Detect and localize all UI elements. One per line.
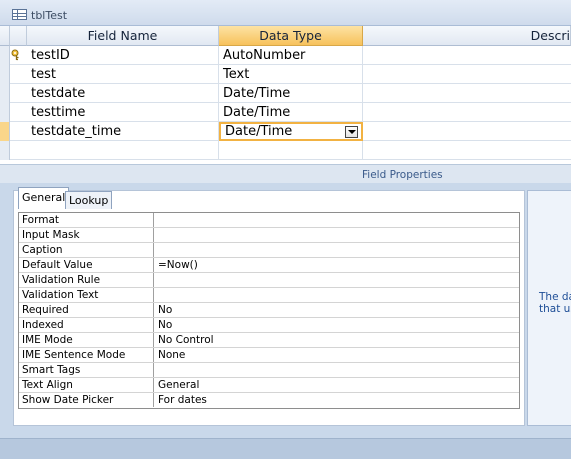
table-row-empty[interactable] <box>0 141 571 160</box>
property-value[interactable] <box>155 213 519 227</box>
property-value[interactable]: No <box>155 318 519 332</box>
tab-general[interactable]: General <box>18 187 70 209</box>
description-cell[interactable] <box>363 103 571 122</box>
property-row[interactable]: Default Value =Now() <box>19 258 519 273</box>
document-tab-title[interactable]: tblTest <box>31 9 67 22</box>
property-row[interactable]: Indexed No <box>19 318 519 333</box>
property-row[interactable]: IME Sentence Mode None <box>19 348 519 363</box>
table-row[interactable]: testdate Date/Time <box>0 84 571 103</box>
primary-key-icon <box>11 49 19 61</box>
property-name: Input Mask <box>19 228 154 242</box>
data-type-cell[interactable]: Date/Time <box>219 103 363 122</box>
column-header-spacer <box>10 26 27 46</box>
data-type-cell[interactable]: Text <box>219 65 363 84</box>
property-value[interactable] <box>155 273 519 287</box>
property-name: Format <box>19 213 154 227</box>
property-name: IME Sentence Mode <box>19 348 154 362</box>
description-cell[interactable] <box>363 84 571 103</box>
document-tab-bar: tblTest <box>0 0 571 26</box>
property-name: Default Value <box>19 258 154 272</box>
property-sheet: Format Input Mask Caption Default Value … <box>18 212 520 409</box>
column-header-field-name[interactable]: Field Name <box>27 26 219 46</box>
description-cell[interactable] <box>363 141 571 160</box>
property-name: Smart Tags <box>19 363 154 377</box>
row-selector[interactable] <box>0 46 10 65</box>
table-row[interactable]: test Text <box>0 65 571 84</box>
property-value[interactable]: For dates <box>155 393 519 407</box>
select-all-corner[interactable] <box>0 26 10 46</box>
field-name-cell[interactable] <box>27 141 219 160</box>
tab-lookup[interactable]: Lookup <box>65 191 113 209</box>
field-name-cell[interactable]: testdate <box>27 84 219 103</box>
property-name: Text Align <box>19 378 154 392</box>
description-cell[interactable] <box>363 46 571 65</box>
property-value[interactable] <box>155 243 519 257</box>
column-header-description[interactable]: Descri <box>363 26 571 46</box>
data-type-combobox[interactable]: Date/Time <box>219 122 363 141</box>
field-properties-pane: General Lookup Format Input Mask Caption… <box>13 187 525 426</box>
property-row[interactable]: Required No <box>19 303 519 318</box>
property-name: Caption <box>19 243 154 257</box>
data-type-cell[interactable] <box>219 141 363 160</box>
dropdown-arrow-icon[interactable] <box>345 126 358 138</box>
table-row[interactable]: testID AutoNumber <box>0 46 571 65</box>
field-name-cell[interactable]: testID <box>27 46 219 65</box>
property-name: Show Date Picker <box>19 393 154 407</box>
window-bottom-frame <box>0 438 571 459</box>
property-row[interactable]: Text Align General <box>19 378 519 393</box>
table-row[interactable]: testtime Date/Time <box>0 103 571 122</box>
property-value[interactable] <box>155 363 519 377</box>
field-name-cell[interactable]: test <box>27 65 219 84</box>
row-selector[interactable] <box>0 84 10 103</box>
property-value[interactable]: No <box>155 303 519 317</box>
property-name: IME Mode <box>19 333 154 347</box>
table-row-current[interactable]: testdate_time Date/Time <box>0 122 571 141</box>
property-value[interactable] <box>155 228 519 242</box>
property-value[interactable]: No Control <box>155 333 519 347</box>
property-value[interactable]: General <box>155 378 519 392</box>
row-selector[interactable] <box>0 103 10 122</box>
description-cell[interactable] <box>363 122 571 141</box>
description-cell[interactable] <box>363 65 571 84</box>
field-name-cell[interactable]: testtime <box>27 103 219 122</box>
row-selector[interactable] <box>0 141 10 160</box>
row-selector[interactable] <box>0 65 10 84</box>
field-properties-title: Field Properties <box>362 169 443 181</box>
property-row[interactable]: Smart Tags <box>19 363 519 378</box>
property-help-text: The da that us <box>539 291 571 315</box>
row-selector-current[interactable] <box>0 122 10 141</box>
property-row[interactable]: Caption <box>19 243 519 258</box>
property-row[interactable]: Show Date Picker For dates <box>19 393 519 408</box>
property-name: Validation Text <box>19 288 154 302</box>
property-value[interactable]: =Now() <box>155 258 519 272</box>
property-value[interactable] <box>155 288 519 302</box>
data-type-cell[interactable]: AutoNumber <box>219 46 363 65</box>
property-name: Validation Rule <box>19 273 154 287</box>
property-row[interactable]: Input Mask <box>19 228 519 243</box>
property-value[interactable]: None <box>155 348 519 362</box>
property-row[interactable]: Validation Text <box>19 288 519 303</box>
data-type-cell[interactable]: Date/Time <box>219 84 363 103</box>
property-name: Indexed <box>19 318 154 332</box>
property-name: Required <box>19 303 154 317</box>
property-row[interactable]: Validation Rule <box>19 273 519 288</box>
table-icon <box>12 9 27 20</box>
data-type-value: Date/Time <box>225 124 293 139</box>
property-row[interactable]: Format <box>19 213 519 228</box>
field-name-cell[interactable]: testdate_time <box>27 122 219 141</box>
property-row[interactable]: IME Mode No Control <box>19 333 519 348</box>
column-header-data-type[interactable]: Data Type <box>219 26 363 46</box>
field-design-grid: Field Name Data Type Descri testID AutoN… <box>0 26 571 164</box>
field-properties-divider: Field Properties <box>0 164 571 183</box>
property-help-panel: The da that us <box>527 190 571 426</box>
